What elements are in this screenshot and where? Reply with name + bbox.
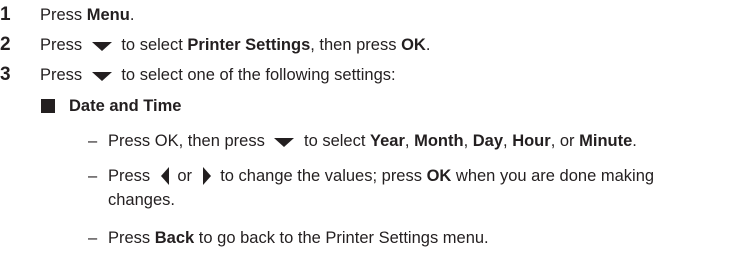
item-text-part: or (172, 167, 197, 185)
item-text-part: to change the values; press (215, 167, 427, 185)
step-text: Press to select Printer Settings , then … (40, 36, 430, 55)
menu-button-label: Menu (86, 5, 130, 24)
date-time-item-1: – Press OK, then press to select Year , … (88, 130, 637, 152)
back-button-label: Back (154, 229, 195, 247)
step-text-part: Press (40, 65, 87, 84)
item-text-part: Press (108, 167, 155, 185)
step-text-part: . (129, 5, 135, 24)
year-label: Year (370, 132, 405, 150)
minute-label: Minute (579, 132, 633, 150)
step-text-part: to select one of the following settings: (116, 65, 396, 84)
step-text-part: to select (116, 35, 188, 54)
step-text: Press to select one of the following set… (40, 66, 396, 85)
step-text-part: Press (40, 35, 87, 54)
instruction-document: 1 Press Menu . 2 Press to select Printer… (0, 0, 736, 265)
ok-button-label: OK (401, 35, 426, 54)
step-number: 2 (0, 34, 11, 55)
step-text: Press Menu . (40, 6, 134, 25)
item-text-part: , (463, 132, 473, 150)
right-arrow-icon (202, 167, 211, 185)
date-time-item-3: – Press Back to go back to the Printer S… (88, 227, 489, 249)
day-label: Day (472, 132, 504, 150)
item-text-part: Press (108, 229, 155, 247)
step-text-part: , then press (310, 35, 402, 54)
item-text-part: , (503, 132, 513, 150)
item-text-part: , (404, 132, 415, 150)
item-text-part: to go back to the Printer Settings menu. (194, 229, 489, 247)
subsection-heading: Date and Time (41, 95, 181, 117)
dash-bullet: – (88, 229, 98, 247)
date-time-item-2: – Press or to change the values; press O… (88, 165, 654, 187)
item-text-part: . (632, 132, 637, 150)
item-text-part: Press OK, then press (108, 132, 270, 150)
item-text-part: , or (550, 132, 580, 150)
step-number: 1 (0, 4, 11, 25)
left-arrow-icon (160, 167, 169, 185)
square-bullet-icon (41, 99, 55, 113)
month-label: Month (414, 132, 464, 150)
item-text-part: when you are done making (451, 167, 655, 185)
hour-label: Hour (512, 132, 551, 150)
printer-settings-label: Printer Settings (187, 35, 311, 54)
ok-button-label: OK (426, 167, 452, 185)
item-text-part: to select (299, 132, 371, 150)
step-text-part: . (425, 35, 431, 54)
subsection-title: Date and Time (69, 96, 182, 115)
step-number: 3 (0, 64, 11, 85)
dash-bullet: – (88, 132, 98, 150)
dash-bullet: – (88, 167, 98, 185)
step-text-part: Press (40, 5, 87, 24)
down-arrow-icon (91, 41, 112, 51)
date-time-item-2-continuation: changes. (108, 191, 175, 209)
down-arrow-icon (274, 137, 295, 147)
down-arrow-icon (91, 71, 112, 81)
